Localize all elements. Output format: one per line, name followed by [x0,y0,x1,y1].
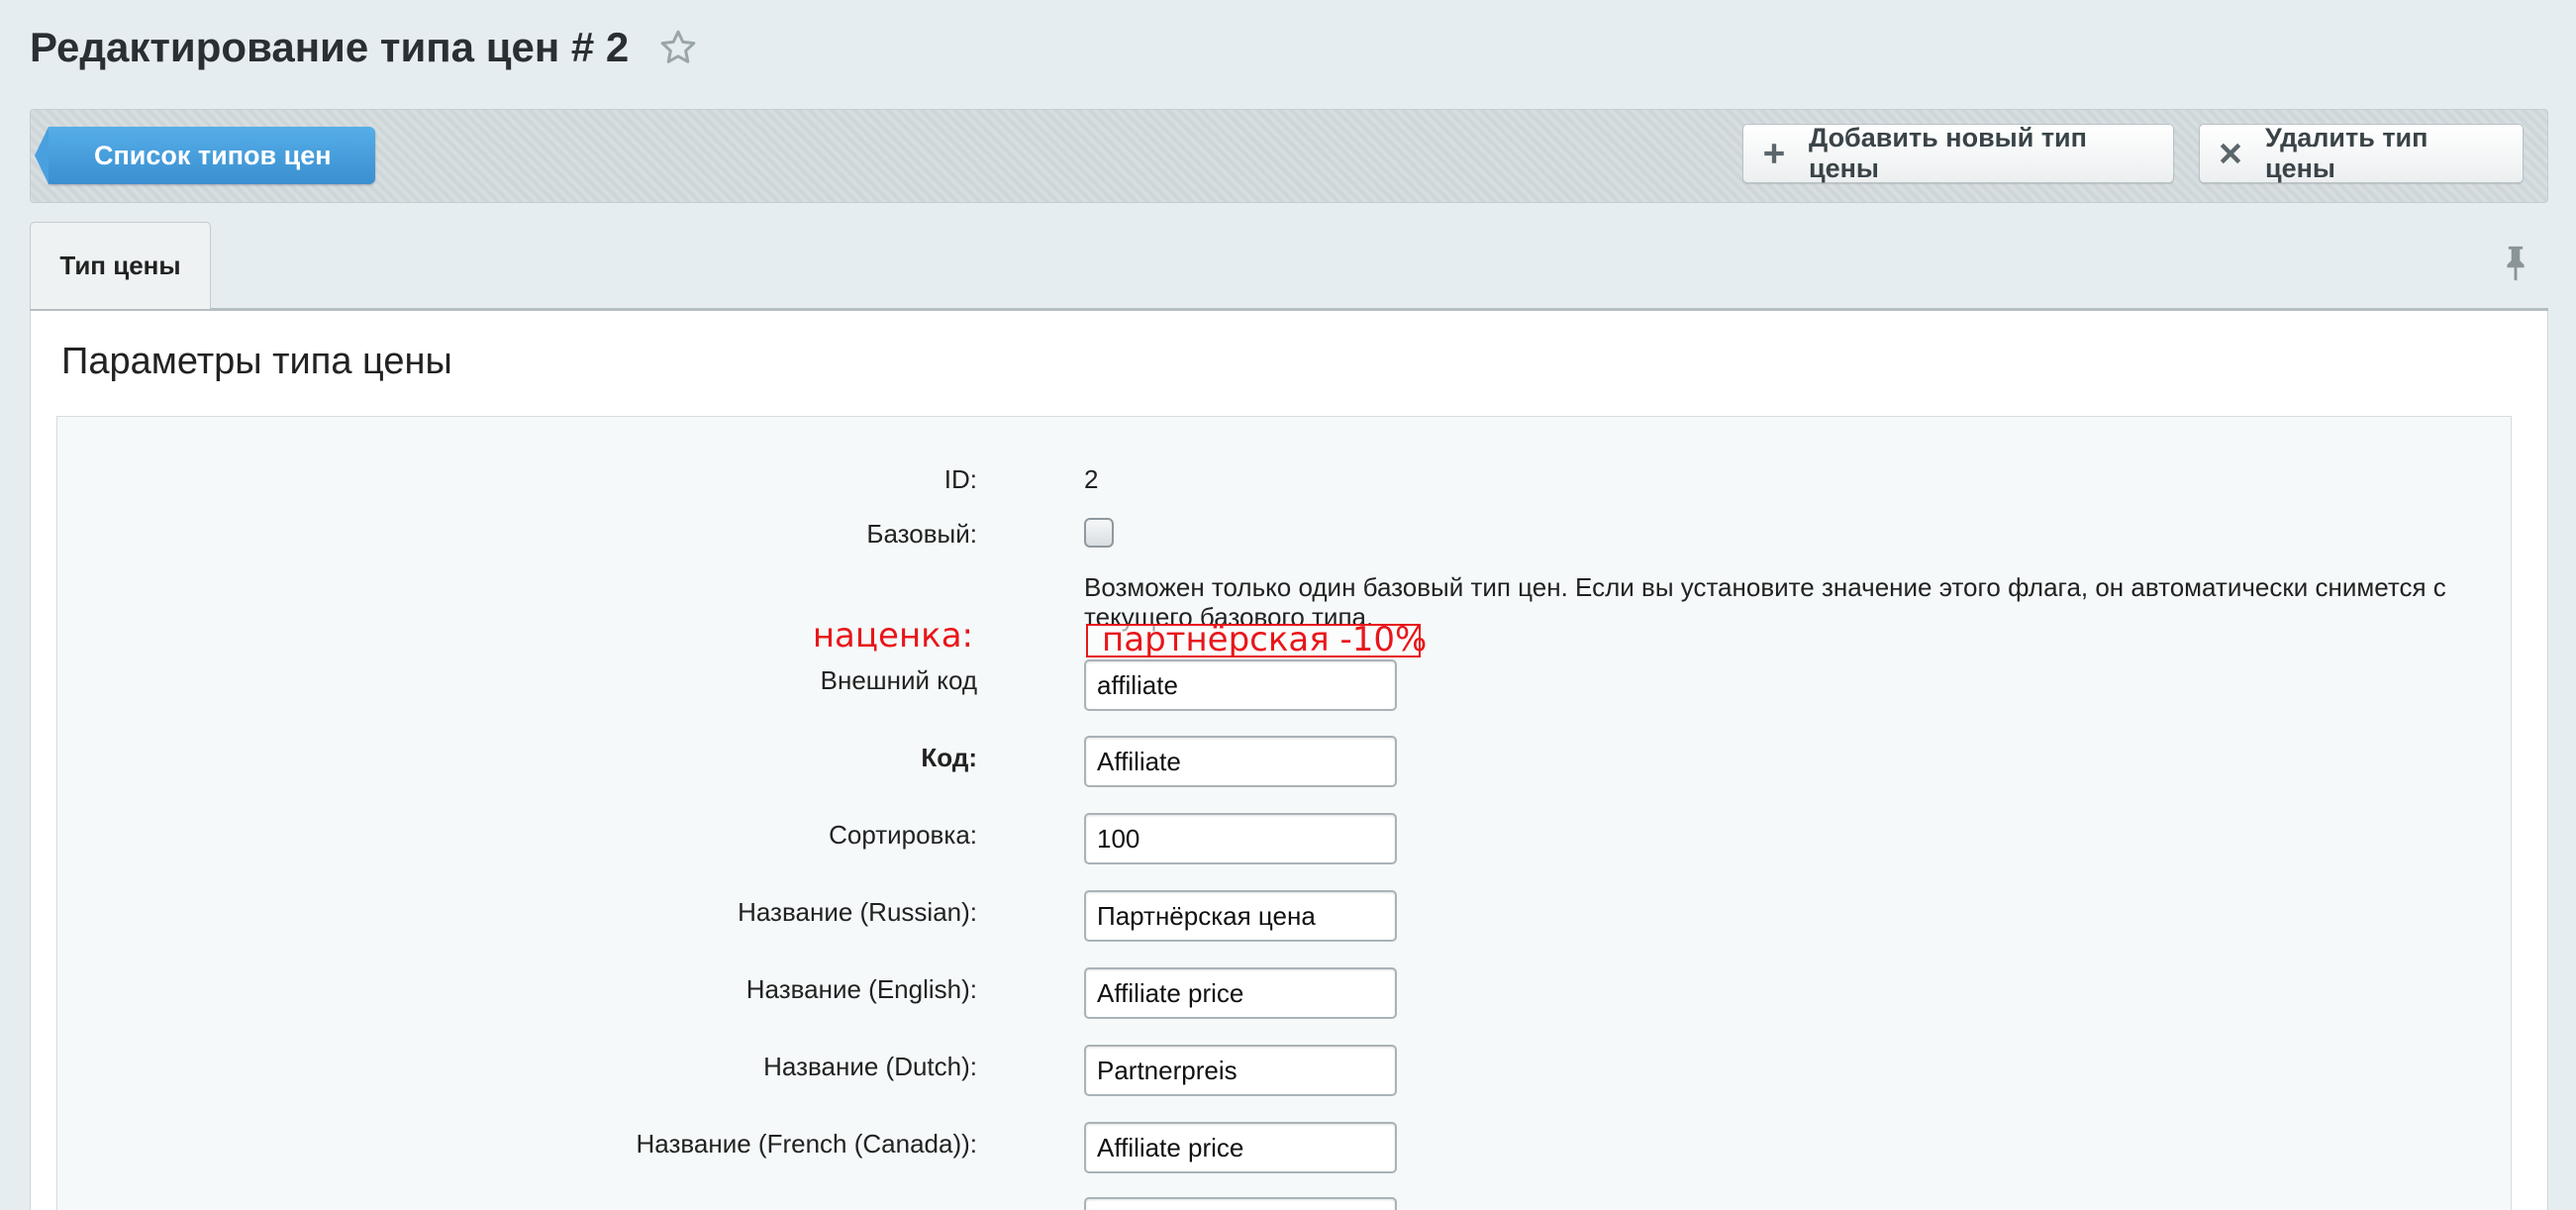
add-button-label: Добавить новый тип цены [1809,123,2087,183]
code-label: Код: [921,743,977,772]
star-icon[interactable] [658,28,698,67]
name-ru-label: Название (Russian): [738,897,977,927]
back-button-label: Список типов цен [94,140,332,170]
next-field-input[interactable] [1084,1197,1397,1210]
tab-price-type[interactable]: Тип цены [30,222,211,309]
tab-bar: Тип цены [30,220,2548,311]
id-value: 2 [1084,464,1099,494]
page-title: Редактирование типа цен # 2 [30,24,630,70]
sort-input[interactable] [1084,813,1397,864]
sort-label: Сортировка: [829,820,977,850]
close-icon [2218,141,2243,166]
name-nl-input[interactable] [1084,1045,1397,1096]
xml-id-label: Внешний код [820,665,977,695]
id-label: ID: [943,464,977,494]
plus-icon [1761,141,1787,166]
base-label: Базовый: [866,519,977,549]
tab-label: Тип цены [59,251,181,280]
add-price-type-button[interactable]: Добавить новый тип цены [1742,123,2174,183]
name-en-input[interactable] [1084,967,1397,1019]
price-types-list-button[interactable]: Список типов цен [35,127,375,184]
pin-icon[interactable] [2501,244,2530,283]
section-title: Параметры типа цены [61,341,452,382]
markup-annotation-label: наценка: [812,616,973,655]
delete-button-label: Удалить тип цены [2265,123,2428,183]
delete-price-type-button[interactable]: Удалить тип цены [2199,123,2524,183]
toolbar: Список типов цен Добавить новый тип цены… [30,109,2548,203]
code-input[interactable] [1084,736,1397,787]
name-nl-label: Название (Dutch): [763,1052,977,1081]
tab-content-panel: Параметры типа цены ID: 2 Базовый: Возмо… [30,311,2548,1210]
name-fr-input[interactable] [1084,1122,1397,1173]
name-ru-input[interactable] [1084,890,1397,942]
name-fr-label: Название (French (Canada)): [636,1129,978,1159]
name-en-label: Название (English): [745,974,977,1004]
page-header: Редактирование типа цен # 2 [30,24,698,71]
base-checkbox[interactable] [1084,518,1114,548]
xml-id-input[interactable] [1084,659,1397,711]
markup-annotation-value: партнёрская -10% [1086,623,1427,657]
